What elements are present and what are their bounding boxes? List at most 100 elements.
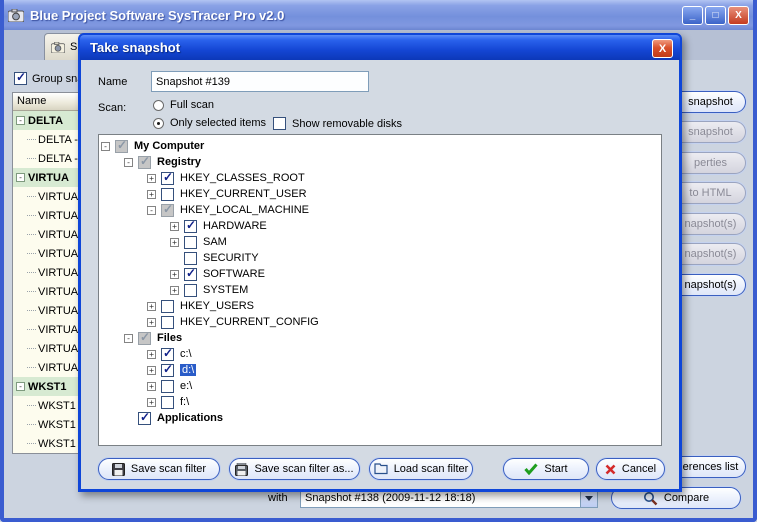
- tree-line: [27, 158, 36, 159]
- collapse-icon[interactable]: -: [124, 334, 133, 343]
- tree-node-label[interactable]: SYSTEM: [203, 284, 248, 296]
- dialog-close-button[interactable]: X: [652, 39, 673, 58]
- tree-node-label[interactable]: SECURITY: [203, 252, 259, 264]
- tree-row[interactable]: + HKEY_CURRENT_CONFIG: [99, 314, 661, 330]
- checkbox-partial-icon[interactable]: [115, 140, 128, 153]
- expand-icon[interactable]: +: [147, 366, 156, 375]
- expand-icon[interactable]: +: [147, 398, 156, 407]
- expand-icon[interactable]: +: [170, 286, 179, 295]
- start-button[interactable]: Start: [503, 458, 589, 480]
- tree-row[interactable]: + c:\: [99, 346, 661, 362]
- tree-node-label[interactable]: Files: [157, 332, 182, 344]
- expand-icon[interactable]: +: [147, 190, 156, 199]
- tree-node-label[interactable]: HKEY_LOCAL_MACHINE: [180, 204, 309, 216]
- collapse-icon[interactable]: -: [101, 142, 110, 151]
- tree-row[interactable]: + HKEY_CURRENT_USER: [99, 186, 661, 202]
- checkbox-unchecked-icon[interactable]: [161, 380, 174, 393]
- side-button[interactable]: snapshot: [676, 91, 746, 113]
- checkbox-checked-icon[interactable]: [184, 268, 197, 281]
- collapse-icon[interactable]: -: [16, 382, 25, 391]
- tree-row[interactable]: - Registry: [99, 154, 661, 170]
- tree-node-label[interactable]: e:\: [180, 380, 192, 392]
- snapshot-name-input[interactable]: [151, 71, 369, 92]
- tree-node-label[interactable]: Applications: [157, 412, 223, 424]
- tree-node-label[interactable]: Registry: [157, 156, 201, 168]
- radio-only-selected[interactable]: Only selected items: [153, 117, 266, 129]
- tree-row[interactable]: - Files: [99, 330, 661, 346]
- collapse-icon[interactable]: -: [16, 173, 25, 182]
- checkbox-checked-icon[interactable]: [161, 348, 174, 361]
- tree-row[interactable]: + SAM: [99, 234, 661, 250]
- side-button[interactable]: napshot(s): [676, 274, 746, 296]
- tree-line: [27, 291, 36, 292]
- tree-node-label[interactable]: SAM: [203, 236, 227, 248]
- expand-icon[interactable]: +: [147, 350, 156, 359]
- collapse-icon[interactable]: -: [16, 116, 25, 125]
- save-scan-filter-button[interactable]: Save scan filter: [98, 458, 220, 480]
- checkbox-checked-icon[interactable]: [161, 172, 174, 185]
- tree-row[interactable]: - HKEY_LOCAL_MACHINE: [99, 202, 661, 218]
- cancel-button[interactable]: Cancel: [596, 458, 665, 480]
- checkbox-unchecked-icon[interactable]: [161, 396, 174, 409]
- expand-icon[interactable]: +: [170, 270, 179, 279]
- collapse-icon[interactable]: -: [124, 158, 133, 167]
- tree-node-label[interactable]: f:\: [180, 396, 189, 408]
- expand-icon[interactable]: +: [147, 174, 156, 183]
- tree-row[interactable]: + HKEY_CLASSES_ROOT: [99, 170, 661, 186]
- tree-row[interactable]: Applications: [99, 410, 661, 426]
- side-button[interactable]: to HTML: [676, 182, 746, 204]
- checkbox-checked-icon[interactable]: [138, 412, 151, 425]
- tree-row[interactable]: SECURITY: [99, 250, 661, 266]
- checkbox-unchecked-icon[interactable]: [161, 188, 174, 201]
- tree-node-label[interactable]: HKEY_CURRENT_USER: [180, 188, 307, 200]
- tree-node-label[interactable]: d:\: [180, 364, 196, 376]
- expand-icon[interactable]: +: [170, 222, 179, 231]
- tree-row[interactable]: + SOFTWARE: [99, 266, 661, 282]
- tree-row[interactable]: + HARDWARE: [99, 218, 661, 234]
- tree-row[interactable]: + SYSTEM: [99, 282, 661, 298]
- checkbox-checked-icon[interactable]: [184, 220, 197, 233]
- checkbox-partial-icon[interactable]: [161, 204, 174, 217]
- tree-node-label[interactable]: c:\: [180, 348, 192, 360]
- tree-node-label[interactable]: SOFTWARE: [203, 268, 265, 280]
- expand-icon[interactable]: +: [147, 318, 156, 327]
- side-button[interactable]: snapshot: [676, 121, 746, 143]
- differences-list-button[interactable]: erences list: [676, 456, 746, 478]
- checkbox-partial-icon[interactable]: [138, 156, 151, 169]
- close-button[interactable]: X: [728, 6, 749, 25]
- tree-node-label[interactable]: My Computer: [134, 140, 204, 152]
- expand-icon[interactable]: +: [170, 238, 179, 247]
- maximize-button[interactable]: □: [705, 6, 726, 25]
- checkbox-unchecked-icon[interactable]: [184, 252, 197, 265]
- start-check-icon: [524, 463, 538, 475]
- save-scan-filter-as-button[interactable]: Save scan filter as...: [229, 458, 360, 480]
- checkbox-checked-icon[interactable]: [161, 364, 174, 377]
- side-button[interactable]: napshot(s): [676, 213, 746, 235]
- tree-node-label[interactable]: HARDWARE: [203, 220, 267, 232]
- checkbox-unchecked-icon[interactable]: [184, 236, 197, 249]
- expand-icon[interactable]: +: [147, 302, 156, 311]
- expand-icon[interactable]: +: [147, 382, 156, 391]
- group-snapshots-checkbox[interactable]: Group sna: [14, 72, 83, 85]
- minimize-button[interactable]: _: [682, 6, 703, 25]
- checkbox-partial-icon[interactable]: [138, 332, 151, 345]
- checkbox-unchecked-icon[interactable]: [161, 300, 174, 313]
- collapse-icon[interactable]: -: [147, 206, 156, 215]
- radio-full-scan[interactable]: Full scan: [153, 99, 214, 111]
- tree-row[interactable]: + d:\: [99, 362, 661, 378]
- name-label: Name: [98, 76, 127, 88]
- side-button[interactable]: napshot(s): [676, 243, 746, 265]
- tree-row[interactable]: - My Computer: [99, 138, 661, 154]
- tree-row[interactable]: + HKEY_USERS: [99, 298, 661, 314]
- tree-line: [27, 234, 36, 235]
- tree-node-label[interactable]: HKEY_USERS: [180, 300, 254, 312]
- tree-node-label[interactable]: HKEY_CLASSES_ROOT: [180, 172, 305, 184]
- checkbox-unchecked-icon[interactable]: [184, 284, 197, 297]
- checkbox-unchecked-icon[interactable]: [161, 316, 174, 329]
- show-removable-checkbox[interactable]: Show removable disks: [273, 117, 402, 130]
- tree-row[interactable]: + f:\: [99, 394, 661, 410]
- tree-node-label[interactable]: HKEY_CURRENT_CONFIG: [180, 316, 319, 328]
- tree-row[interactable]: + e:\: [99, 378, 661, 394]
- side-button[interactable]: perties: [676, 152, 746, 174]
- load-scan-filter-button[interactable]: Load scan filter: [369, 458, 473, 480]
